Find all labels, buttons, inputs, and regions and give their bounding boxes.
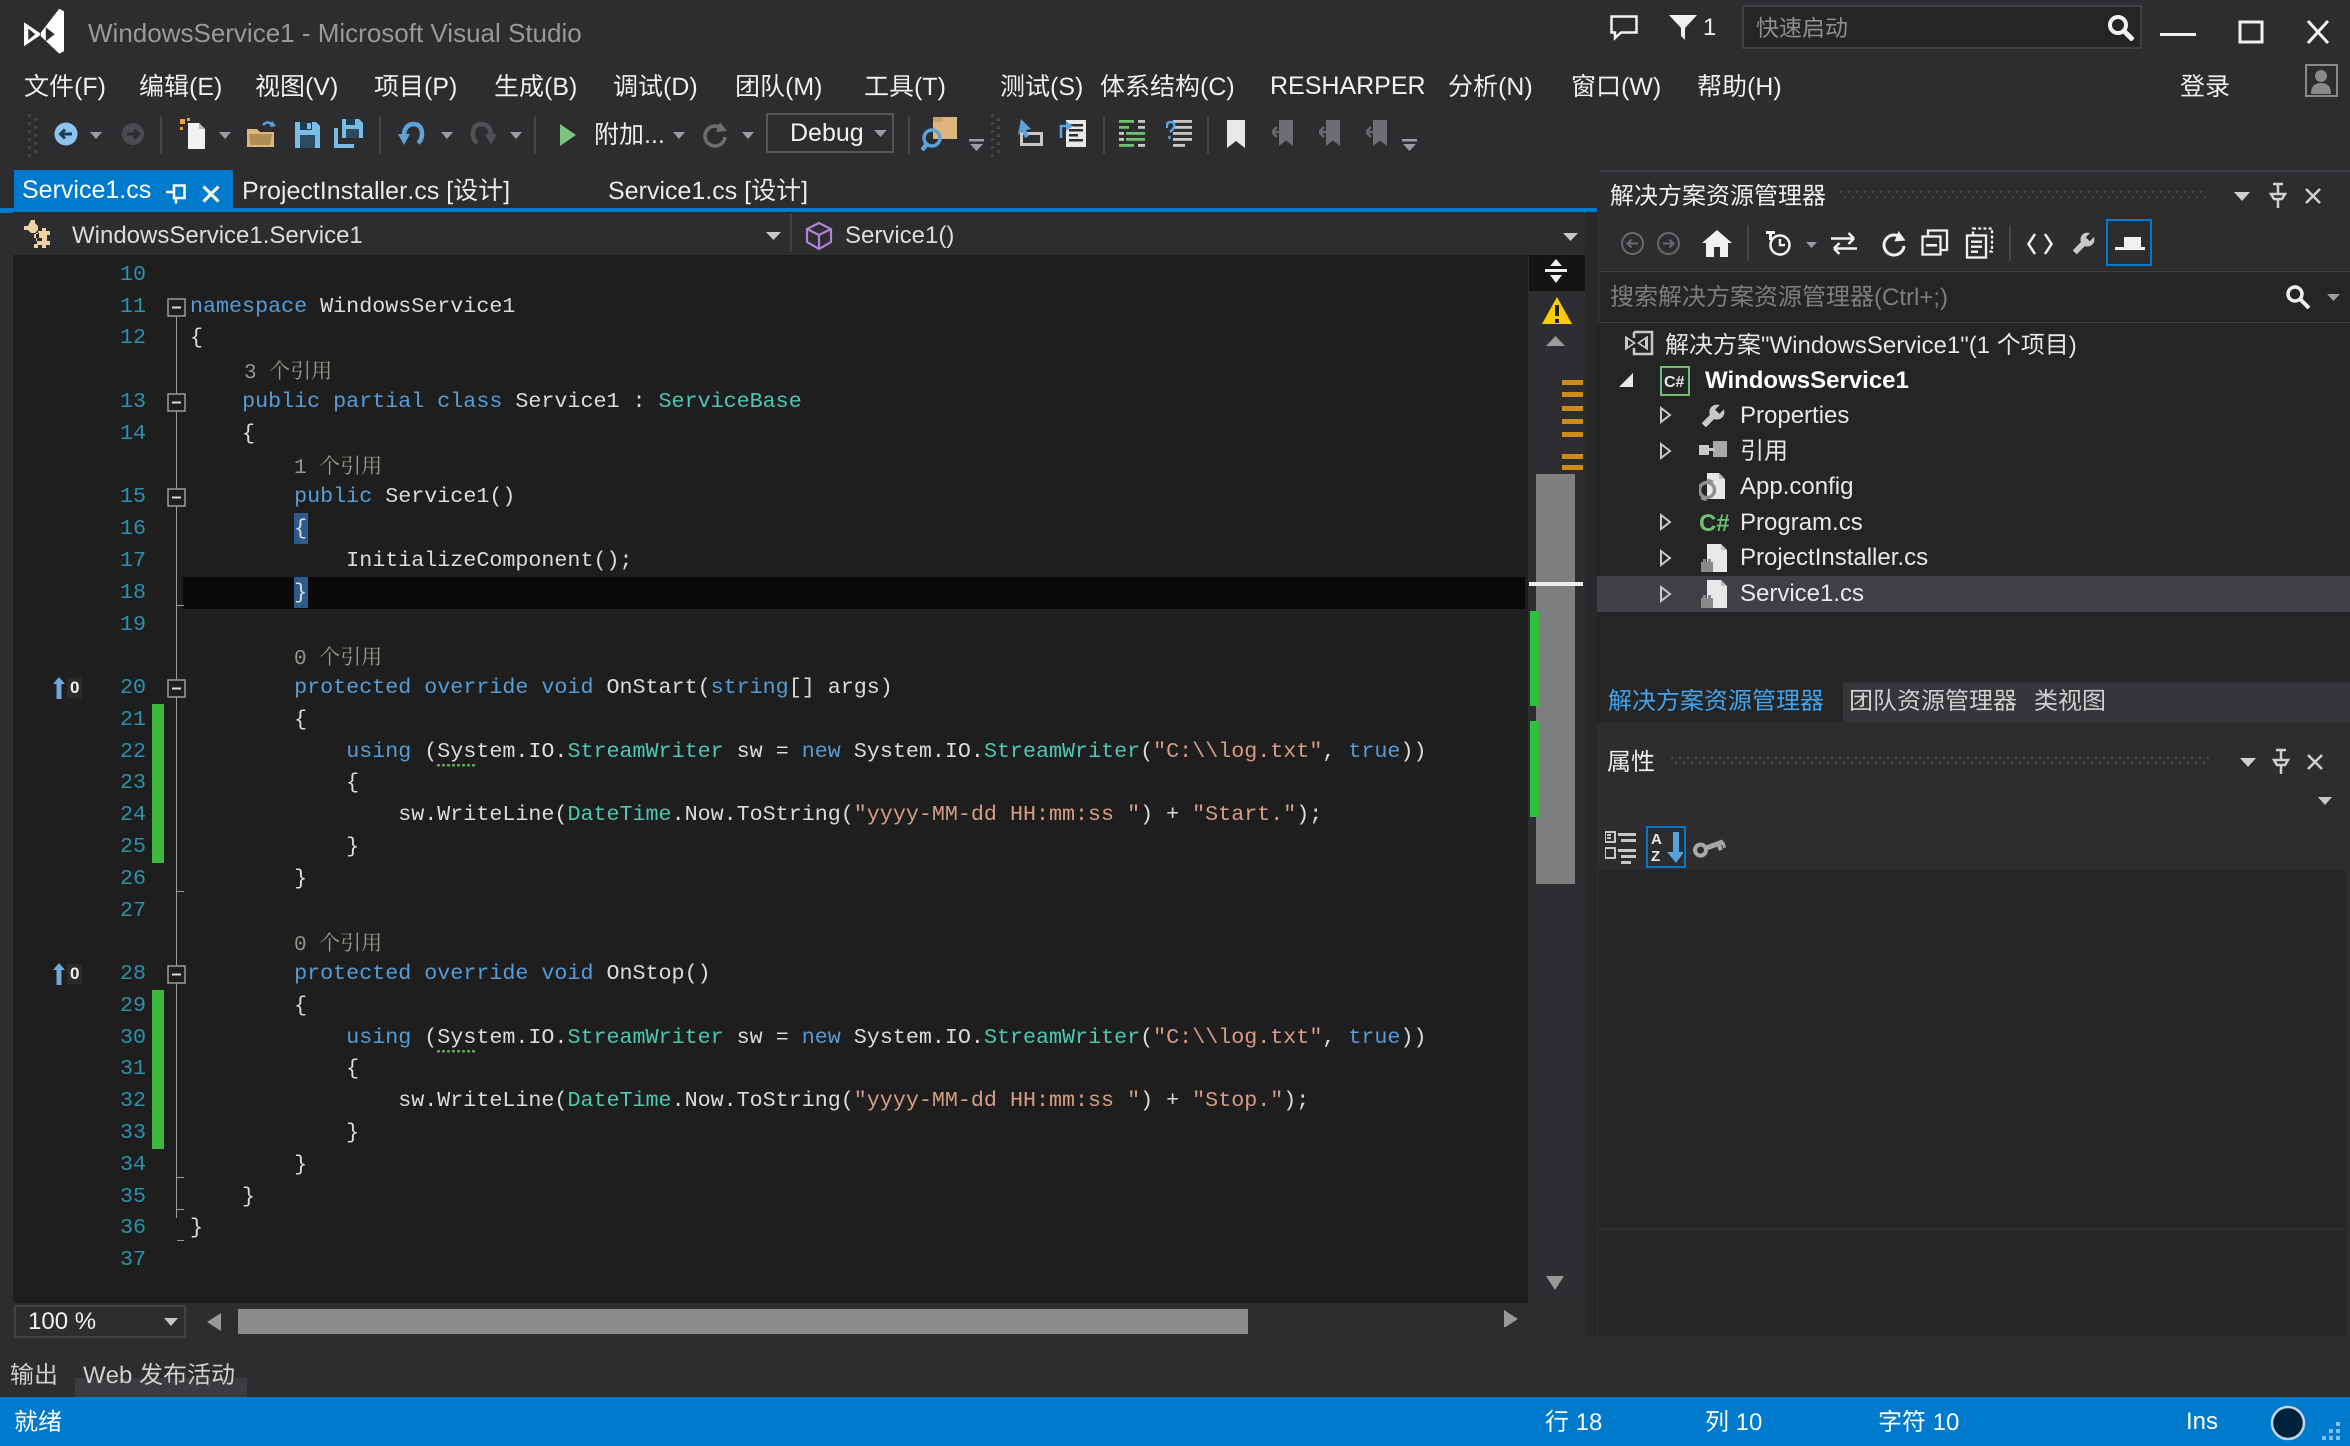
svg-text:C#: C# bbox=[1664, 374, 1685, 391]
svg-text:Z: Z bbox=[1651, 848, 1660, 864]
svg-text:A: A bbox=[1651, 831, 1662, 848]
svg-text:C#: C# bbox=[1699, 510, 1729, 535]
